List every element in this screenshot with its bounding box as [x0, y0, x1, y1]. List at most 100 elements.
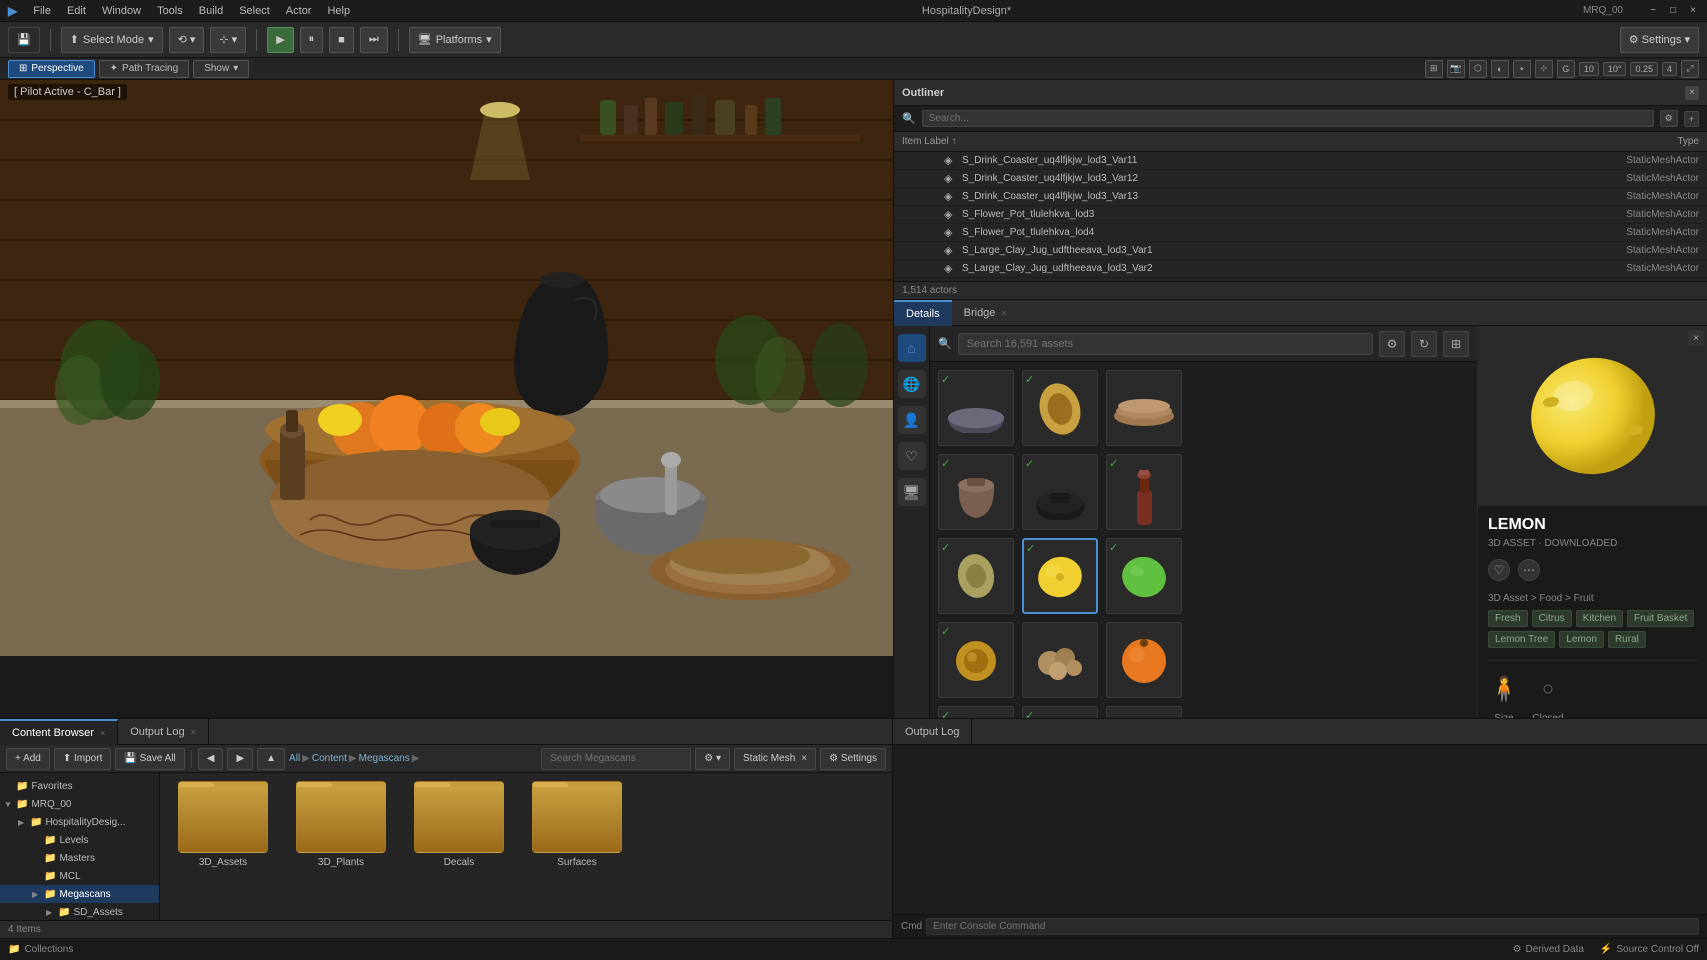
bridge-grid-view-button[interactable]: ⊞ [1443, 331, 1469, 357]
outliner-settings-button[interactable]: ⚙ [1660, 110, 1678, 127]
bridge-nav-heart[interactable]: ♡ [898, 442, 926, 470]
tag-item[interactable]: Lemon [1559, 631, 1604, 648]
menu-window[interactable]: Window [102, 5, 141, 17]
asset-pot[interactable]: ✓ [938, 454, 1014, 530]
cb-path-content[interactable]: Content [312, 753, 347, 764]
menu-help[interactable]: Help [327, 5, 350, 17]
tree-item[interactable]: 📁Levels [0, 831, 159, 849]
viewport[interactable]: [ Pilot Active - C_Bar ] [0, 80, 893, 656]
viewport-ctrl-lit[interactable]: ◐ [1491, 60, 1509, 78]
tag-item[interactable]: Lemon Tree [1488, 631, 1555, 648]
viewport-ctrl-fx[interactable]: ⭒ [1513, 60, 1531, 78]
menu-build[interactable]: Build [199, 5, 223, 17]
cb-path-all[interactable]: All [289, 753, 300, 764]
tag-item[interactable]: Fruit Basket [1627, 610, 1694, 627]
menu-edit[interactable]: Edit [67, 5, 86, 17]
outliner-item[interactable]: ◈S_Flower_Pot_tlulehkva_lod3StaticMeshAc… [894, 206, 1707, 224]
viewport-ctrl-g[interactable]: G [1557, 60, 1575, 78]
tree-item[interactable]: ▼📁MRQ_00 [0, 795, 159, 813]
bridge-detail-close-button[interactable]: × [1688, 330, 1704, 346]
settings-button[interactable]: ⚙ Settings ▾ [1620, 27, 1699, 53]
asset-lemon-selected[interactable]: ✓ [1022, 538, 1098, 614]
minimize-button[interactable]: − [1647, 5, 1659, 17]
status-derived-data[interactable]: ⚙ Derived Data [1513, 944, 1584, 955]
bridge-nav-globe[interactable]: 🌐 [898, 370, 926, 398]
favorite-button[interactable]: ♡ [1488, 559, 1510, 581]
bridge-search-input[interactable] [958, 333, 1373, 355]
menu-tools[interactable]: Tools [157, 5, 183, 17]
select-mode-button[interactable]: ⬆ Select Mode ▾ [61, 27, 163, 53]
outliner-add-button[interactable]: + [1684, 111, 1699, 127]
outliner-item[interactable]: ◈S_Drink_Coaster_uq4lfjkjw_lod3_Var13Sta… [894, 188, 1707, 206]
cb-filter-button[interactable]: ⚙ ▾ [695, 748, 730, 770]
tab-show[interactable]: Show ▾ [193, 60, 249, 78]
outliner-search-input[interactable] [922, 110, 1654, 127]
cb-path-megascans[interactable]: Megascans [359, 753, 410, 764]
bridge-nav-home[interactable]: ⌂ [898, 334, 926, 362]
asset-bottle[interactable]: ✓ [1106, 454, 1182, 530]
viewport-ctrl-camera[interactable]: 📷 [1447, 60, 1465, 78]
skip-button[interactable]: ⏭ [360, 27, 388, 53]
tab-output-log-main[interactable]: Output Log × [118, 719, 209, 745]
asset-lime[interactable]: ✓ [1106, 538, 1182, 614]
tree-item[interactable]: ▶📁SD_Assets [0, 903, 159, 920]
tab-content-browser[interactable]: Content Browser × [0, 719, 118, 745]
output-log-tab-close-icon[interactable]: × [191, 727, 196, 737]
menu-select[interactable]: Select [239, 5, 270, 17]
filter-close-icon[interactable]: × [801, 753, 807, 764]
outliner-item[interactable]: ◈S_Flower_Pot_tlulehkva_lod4StaticMeshAc… [894, 224, 1707, 242]
outliner-item[interactable]: ◈S_Drink_Coaster_uq4lfjkjw_lod3_Var11Sta… [894, 152, 1707, 170]
outliner-item[interactable]: ◈S_Large_Clay_Jug_udftheeava_lod3_Var2St… [894, 260, 1707, 278]
tree-item[interactable]: 📁MCL [0, 867, 159, 885]
tag-item[interactable]: Citrus [1532, 610, 1572, 627]
bridge-nav-user[interactable]: 👤 [898, 406, 926, 434]
outliner-item[interactable]: ◈S_Drink_Coaster_uq4lfjkjw_lod3_Var12Sta… [894, 170, 1707, 188]
outliner-item[interactable]: ◈S_Large_Clay_Jug_udftheeava_lod3_Var1St… [894, 242, 1707, 260]
menu-file[interactable]: File [33, 5, 51, 17]
cb-folder[interactable]: Decals [404, 781, 514, 868]
cb-view-back[interactable]: ◀ [198, 748, 224, 770]
snap-button[interactable]: ⊹ ▾ [210, 27, 246, 53]
stop-button[interactable]: ■ [329, 27, 354, 53]
viewport-ctrl-snap[interactable]: ⊹ [1535, 60, 1553, 78]
tree-item[interactable]: ▶📁HospitalityDesig... [0, 813, 159, 831]
cb-add-button[interactable]: + Add [6, 748, 50, 770]
tree-item[interactable]: 📁Masters [0, 849, 159, 867]
viewport-ctrl-wire[interactable]: ⬡ [1469, 60, 1487, 78]
content-browser-tab-close-icon[interactable]: × [100, 728, 105, 738]
tag-item[interactable]: Kitchen [1576, 610, 1623, 627]
bridge-filter-button[interactable]: ⚙ [1379, 331, 1405, 357]
cb-view-fwd[interactable]: ▶ [227, 748, 253, 770]
viewport-ctrl-grid[interactable]: ⊞ [1425, 60, 1443, 78]
status-source-control[interactable]: ⚡ Source Control Off [1600, 944, 1699, 955]
tree-item[interactable]: 📁Favorites [0, 777, 159, 795]
viewport-ctrl-expand[interactable]: ⤢ [1681, 60, 1699, 78]
asset-cork[interactable] [1106, 370, 1182, 446]
tab-details[interactable]: Details [894, 300, 952, 326]
tag-item[interactable]: Fresh [1488, 610, 1528, 627]
cb-static-mesh-filter[interactable]: Static Mesh × [734, 748, 816, 770]
asset-black-pot[interactable]: ✓ [1022, 454, 1098, 530]
bridge-refresh-button[interactable]: ↻ [1411, 331, 1437, 357]
cb-settings-button[interactable]: ⚙ Settings [820, 748, 886, 770]
tab-bridge[interactable]: Bridge × [952, 300, 1019, 326]
asset-bowl[interactable]: ✓ [938, 370, 1014, 446]
tab-path-tracing[interactable]: ✦ Path Tracing [99, 60, 190, 78]
transform-button[interactable]: ⟲ ▾ [169, 27, 205, 53]
asset-orange2[interactable] [1106, 622, 1182, 698]
bridge-tab-close-icon[interactable]: × [1001, 308, 1006, 318]
bridge-nav-monitor[interactable]: 🖥 [898, 478, 926, 506]
menu-actor[interactable]: Actor [286, 5, 312, 17]
close-button[interactable]: × [1687, 5, 1699, 17]
save-button[interactable]: 💾 [8, 27, 40, 53]
platforms-button[interactable]: 🖥 Platforms ▾ [409, 27, 501, 53]
tag-item[interactable]: Rural [1608, 631, 1646, 648]
cb-folder[interactable]: 3D_Plants [286, 781, 396, 868]
cb-folder[interactable]: 3D_Assets [168, 781, 278, 868]
console-input[interactable] [926, 918, 1699, 935]
outliner-close-button[interactable]: × [1685, 86, 1699, 100]
maximize-button[interactable]: □ [1667, 5, 1679, 17]
tree-item[interactable]: ▶📁Megascans [0, 885, 159, 903]
more-options-button[interactable]: ⋯ [1518, 559, 1540, 581]
asset-spice[interactable]: ✓ [938, 622, 1014, 698]
